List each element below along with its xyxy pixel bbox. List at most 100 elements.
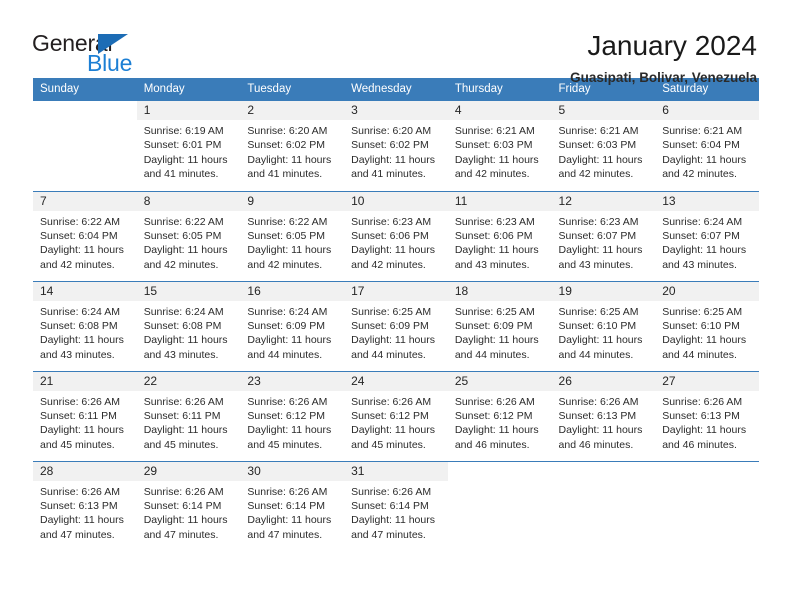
calendar-day-cell[interactable]: 10 Sunrise: 6:23 AM Sunset: 6:06 PM Dayligh… — [344, 190, 448, 281]
calendar-day-cell[interactable]: 1 Sunrise: 6:19 AM Sunset: 6:01 PM Daylight… — [136, 101, 241, 191]
sunset-text: Sunset: 6:07 PM — [558, 229, 637, 242]
calendar-day-cell[interactable]: 7 Sunrise: 6:22 AM Sunset: 6:04 PM Daylight… — [33, 190, 137, 281]
title-block: January 2024 Guasipati, Bolivar, Venezue… — [570, 30, 757, 87]
general-blue-logo[interactable]: General Blue — [32, 30, 152, 76]
calendar-day-cell[interactable]: 19 Sunrise: 6:25 AM Sunset: 6:10 PM Dayligh… — [551, 280, 656, 371]
calendar-day-cell[interactable]: 3 Sunrise: 6:20 AM Sunset: 6:02 PM Daylight… — [344, 101, 448, 191]
calendar-day-cell[interactable]: 21 Sunrise: 6:26 AM Sunset: 6:11 PM Dayligh… — [33, 370, 137, 461]
sunrise-text: Sunrise: 6:23 AM — [558, 215, 639, 228]
daylight-text-line2: and 44 minutes. — [351, 348, 426, 361]
day-cell-inner: 16 Sunrise: 6:24 AM Sunset: 6:09 PM Dayligh… — [240, 281, 345, 371]
calendar-day-cell[interactable]: 15 Sunrise: 6:24 AM Sunset: 6:08 PM Dayligh… — [136, 280, 241, 371]
day-details: Sunrise: 6:25 AM Sunset: 6:09 PM Daylight:… — [448, 301, 552, 363]
calendar-day-cell[interactable]: 18 Sunrise: 6:25 AM Sunset: 6:09 PM Dayligh… — [447, 280, 552, 371]
weekday-header-monday: Monday — [136, 78, 241, 101]
calendar-day-cell[interactable]: 5 Sunrise: 6:21 AM Sunset: 6:03 PM Daylight… — [551, 101, 656, 191]
calendar-week-row: 21 Sunrise: 6:26 AM Sunset: 6:11 PM Dayligh… — [33, 370, 759, 461]
sunset-text: Sunset: 6:14 PM — [143, 499, 222, 512]
day-details: Sunrise: 6:25 AM Sunset: 6:10 PM Daylight:… — [655, 301, 759, 363]
day-cell-inner: 29 Sunrise: 6:26 AM Sunset: 6:14 PM Dayligh… — [136, 461, 241, 552]
daylight-text-line1: Daylight: 11 hours — [247, 424, 332, 437]
calendar-day-cell[interactable]: 26 Sunrise: 6:26 AM Sunset: 6:13 PM Dayligh… — [551, 370, 656, 461]
sunrise-text: Sunrise: 6:20 AM — [247, 125, 328, 137]
sunrise-text: Sunrise: 6:26 AM — [40, 395, 120, 408]
day-cell-inner: 20 Sunrise: 6:25 AM Sunset: 6:10 PM Dayligh… — [655, 281, 759, 371]
calendar-day-cell[interactable]: 11 Sunrise: 6:23 AM Sunset: 6:06 PM Dayligh… — [447, 190, 552, 281]
day-details: Sunrise: 6:23 AM Sunset: 6:06 PM Daylight:… — [448, 211, 552, 273]
day-details: Sunrise: 6:26 AM Sunset: 6:12 PM Daylight:… — [344, 391, 448, 453]
sunset-text: Sunset: 6:01 PM — [143, 139, 222, 152]
daylight-text-line1: Daylight: 11 hours — [351, 244, 435, 257]
day-number: 17 — [344, 281, 448, 301]
daylight-text-line2: and 42 minutes. — [143, 258, 219, 271]
calendar-day-cell[interactable]: 31 Sunrise: 6:26 AM Sunset: 6:14 PM Dayligh… — [344, 460, 448, 551]
calendar-day-cell[interactable]: 30 Sunrise: 6:26 AM Sunset: 6:14 PM Dayligh… — [240, 460, 345, 552]
calendar-day-cell[interactable]: 24 Sunrise: 6:26 AM Sunset: 6:12 PM Dayligh… — [344, 370, 448, 461]
calendar-empty-cell — [447, 460, 552, 551]
sunrise-text: Sunrise: 6:24 AM — [143, 305, 224, 318]
calendar-day-cell[interactable]: 8 Sunrise: 6:22 AM Sunset: 6:05 PM Daylight… — [136, 190, 241, 281]
day-number: 30 — [240, 461, 345, 481]
sunset-text: Sunset: 6:13 PM — [662, 409, 740, 422]
day-number: 15 — [136, 281, 241, 301]
day-cell-inner: 9 Sunrise: 6:22 AM Sunset: 6:05 PM Daylight… — [240, 191, 345, 281]
weekday-header-tuesday: Tuesday — [240, 78, 345, 101]
sunrise-text: Sunrise: 6:26 AM — [351, 395, 432, 408]
day-cell-inner: 6 Sunrise: 6:21 AM Sunset: 6:04 PM Daylight… — [655, 101, 759, 191]
calendar-day-cell[interactable]: 13 Sunrise: 6:24 AM Sunset: 6:07 PM Dayligh… — [655, 190, 759, 281]
calendar-day-cell[interactable]: 23 Sunrise: 6:26 AM Sunset: 6:12 PM Dayligh… — [240, 370, 345, 461]
calendar-day-cell[interactable]: 4 Sunrise: 6:21 AM Sunset: 6:03 PM Daylight… — [447, 101, 552, 191]
sunset-text: Sunset: 6:13 PM — [558, 409, 637, 422]
day-details: Sunrise: 6:23 AM Sunset: 6:06 PM Daylight:… — [344, 211, 448, 273]
calendar-day-cell[interactable]: 12 Sunrise: 6:23 AM Sunset: 6:07 PM Dayligh… — [551, 190, 656, 281]
calendar-empty-cell — [33, 101, 137, 191]
day-cell-inner: 3 Sunrise: 6:20 AM Sunset: 6:02 PM Daylight… — [344, 101, 448, 191]
day-details: Sunrise: 6:24 AM Sunset: 6:08 PM Daylight:… — [137, 301, 241, 363]
daylight-text-line1: Daylight: 11 hours — [143, 244, 228, 257]
daylight-text-line2: and 42 minutes. — [40, 258, 115, 271]
calendar-day-cell[interactable]: 25 Sunrise: 6:26 AM Sunset: 6:12 PM Dayligh… — [447, 370, 552, 461]
day-details: Sunrise: 6:24 AM Sunset: 6:09 PM Daylight:… — [240, 301, 344, 363]
calendar-day-cell[interactable]: 9 Sunrise: 6:22 AM Sunset: 6:05 PM Daylight… — [240, 190, 345, 281]
calendar-day-cell[interactable]: 27 Sunrise: 6:26 AM Sunset: 6:13 PM Dayligh… — [655, 370, 759, 461]
sunrise-text: Sunrise: 6:21 AM — [454, 125, 535, 137]
day-number: 11 — [447, 191, 552, 211]
sunset-text: Sunset: 6:03 PM — [558, 139, 637, 152]
sunrise-text: Sunrise: 6:26 AM — [143, 395, 224, 408]
calendar-day-cell[interactable]: 20 Sunrise: 6:25 AM Sunset: 6:10 PM Dayligh… — [655, 280, 759, 371]
daylight-text-line1: Daylight: 11 hours — [247, 153, 332, 166]
day-cell-inner: 30 Sunrise: 6:26 AM Sunset: 6:14 PM Dayligh… — [240, 461, 345, 552]
day-cell-inner: 1 Sunrise: 6:19 AM Sunset: 6:01 PM Daylight… — [136, 101, 241, 191]
calendar-day-cell[interactable]: 2 Sunrise: 6:20 AM Sunset: 6:02 PM Daylight… — [240, 101, 345, 191]
day-cell-inner: 28 Sunrise: 6:26 AM Sunset: 6:13 PM Dayligh… — [33, 461, 137, 552]
day-number: 29 — [136, 461, 241, 481]
daylight-text-line2: and 44 minutes. — [662, 348, 737, 361]
sunset-text: Sunset: 6:04 PM — [40, 229, 118, 242]
day-cell-inner: 5 Sunrise: 6:21 AM Sunset: 6:03 PM Daylight… — [551, 101, 656, 191]
daylight-text-line2: and 43 minutes. — [454, 258, 530, 271]
day-number: 5 — [551, 101, 656, 120]
calendar-day-cell[interactable]: 16 Sunrise: 6:24 AM Sunset: 6:09 PM Dayligh… — [240, 280, 345, 371]
daylight-text-line2: and 41 minutes. — [351, 168, 426, 181]
calendar-day-cell[interactable]: 17 Sunrise: 6:25 AM Sunset: 6:09 PM Dayligh… — [344, 280, 448, 371]
sunrise-text: Sunrise: 6:25 AM — [558, 305, 639, 318]
sunrise-text: Sunrise: 6:26 AM — [454, 395, 535, 408]
daylight-text-line2: and 42 minutes. — [558, 168, 634, 181]
daylight-text-line1: Daylight: 11 hours — [40, 514, 124, 527]
calendar-day-cell[interactable]: 6 Sunrise: 6:21 AM Sunset: 6:04 PM Daylight… — [655, 101, 759, 191]
daylight-text-line1: Daylight: 11 hours — [558, 244, 643, 257]
page-header: General Blue January 2024 Guasipati, Bol… — [0, 0, 792, 85]
day-number: 2 — [240, 101, 345, 120]
daylight-text-line1: Daylight: 11 hours — [558, 334, 643, 347]
calendar-day-cell[interactable]: 14 Sunrise: 6:24 AM Sunset: 6:08 PM Dayligh… — [33, 280, 137, 371]
day-number: 10 — [344, 191, 448, 211]
calendar-day-cell[interactable]: 29 Sunrise: 6:26 AM Sunset: 6:14 PM Dayligh… — [136, 460, 241, 552]
day-number: 12 — [551, 191, 656, 211]
sunrise-text: Sunrise: 6:25 AM — [351, 305, 432, 318]
sunrise-text: Sunrise: 6:26 AM — [247, 395, 328, 408]
calendar-day-cell[interactable]: 22 Sunrise: 6:26 AM Sunset: 6:11 PM Dayligh… — [136, 370, 241, 461]
day-number — [551, 461, 656, 481]
daylight-text-line2: and 43 minutes. — [558, 258, 634, 271]
day-details: Sunrise: 6:23 AM Sunset: 6:07 PM Daylight:… — [552, 211, 656, 273]
calendar-day-cell[interactable]: 28 Sunrise: 6:26 AM Sunset: 6:13 PM Dayligh… — [33, 460, 137, 552]
